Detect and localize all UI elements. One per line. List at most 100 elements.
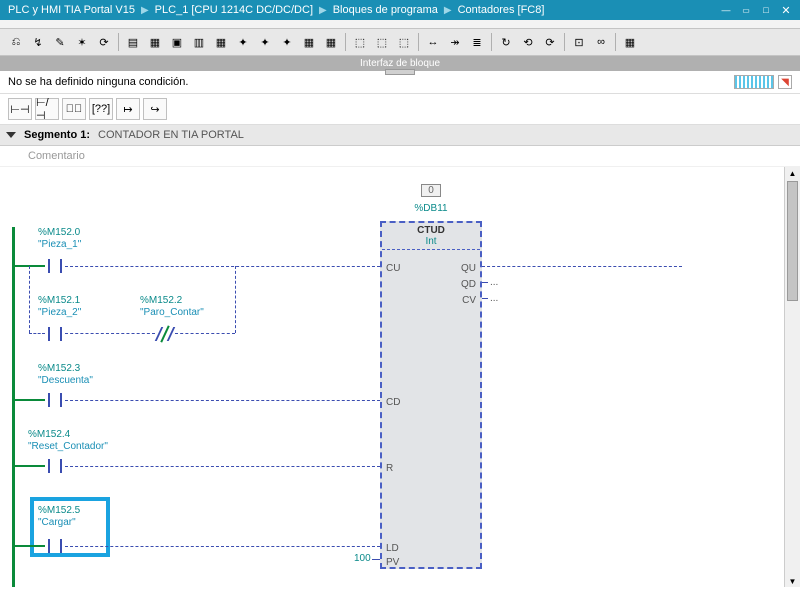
scroll-down-button[interactable]: ▼	[785, 575, 800, 587]
contact-cargar[interactable]	[45, 539, 65, 553]
tb-btn-15[interactable]: ▦	[321, 32, 341, 52]
tb-btn-11[interactable]: ✦	[233, 32, 253, 52]
tag-descuenta[interactable]: %M152.3 "Descuenta"	[38, 363, 93, 387]
tb-btn-19[interactable]: ↔	[423, 32, 443, 52]
restore-button[interactable]	[740, 4, 752, 16]
tb-btn-18[interactable]: ⬚	[394, 32, 414, 52]
ladder-editor[interactable]: 0 %DB11 "Contador_1" CTUD Int CU CD R LD…	[0, 167, 784, 587]
chevron-right-icon: ▶	[444, 5, 452, 16]
close-button[interactable]	[780, 4, 792, 16]
condition-message: No se ha definido ninguna condición.	[8, 76, 188, 88]
ladder-toolbar: ⊢⊣ ⊢/⊣ ⟶⃝ [??] ↦ ↪	[0, 94, 800, 125]
power-rail	[12, 227, 15, 587]
tag-pieza1[interactable]: %M152.0 "Pieza_1"	[38, 227, 81, 251]
branch-close-button[interactable]: ↪	[143, 98, 167, 120]
alert-icon[interactable]: ◥	[778, 75, 792, 89]
pin-cu: CU	[386, 263, 400, 274]
tb-btn-25[interactable]: ⊡	[569, 32, 589, 52]
tb-btn-21[interactable]: ≣	[467, 32, 487, 52]
scroll-up-button[interactable]: ▲	[785, 167, 800, 179]
wire	[65, 333, 155, 334]
qd-placeholder: ...	[490, 277, 498, 288]
window-controls	[720, 4, 792, 16]
pin-qd: QD	[461, 279, 476, 290]
minimize-button[interactable]	[720, 4, 732, 16]
splitter-handle[interactable]	[385, 69, 415, 75]
wire-v	[29, 266, 30, 333]
tag-cargar[interactable]: %M152.5 "Cargar"	[38, 505, 80, 529]
scroll-thumb[interactable]	[787, 181, 798, 301]
network-comment[interactable]: Comentario	[0, 146, 800, 167]
tb-btn-12[interactable]: ✦	[255, 32, 275, 52]
collapse-toggle[interactable]	[6, 132, 16, 138]
tb-btn-6[interactable]: ▤	[123, 32, 143, 52]
vertical-scrollbar[interactable]: ▲ ▼	[784, 167, 800, 587]
title-bar: PLC y HMI TIA Portal V15 ▶ PLC_1 [CPU 12…	[0, 0, 800, 20]
wire	[372, 559, 380, 560]
block-interface-label: Interfaz de bloque	[360, 58, 440, 69]
tag-pieza2[interactable]: %M152.1 "Pieza_2"	[38, 295, 81, 319]
block-interface-header[interactable]: Interfaz de bloque	[0, 56, 800, 71]
tb-btn-22[interactable]: ↻	[496, 32, 516, 52]
ctud-block[interactable]: CTUD Int CU CD R LD PV QU QD CV	[380, 221, 482, 569]
main-toolbar: ⎌ ↯ ✎ ✶ ⟳ ▤ ▦ ▣ ▥ ▦ ✦ ✦ ✦ ▦ ▦ ⬚ ⬚ ⬚ ↔ ↠ …	[0, 28, 800, 56]
network-header[interactable]: Segmento 1: CONTADOR EN TIA PORTAL	[0, 125, 800, 146]
editor-wrap: 0 %DB11 "Contador_1" CTUD Int CU CD R LD…	[0, 167, 800, 587]
contact-descuenta[interactable]	[45, 393, 65, 407]
tag-paro-contar[interactable]: %M152.2 "Paro_Contar"	[140, 295, 204, 319]
contact-pieza2[interactable]	[45, 327, 65, 341]
wire	[482, 282, 488, 283]
chevron-right-icon: ▶	[141, 5, 149, 16]
tb-btn-10[interactable]: ▦	[211, 32, 231, 52]
contact-no-button[interactable]: ⊢⊣	[8, 98, 32, 120]
tb-btn-3[interactable]: ✎	[50, 32, 70, 52]
tb-btn-16[interactable]: ⬚	[350, 32, 370, 52]
breadcrumb-item[interactable]: Contadores [FC8]	[458, 4, 545, 16]
tb-btn-4[interactable]: ✶	[72, 32, 92, 52]
wire	[15, 465, 45, 467]
pin-r: R	[386, 463, 393, 474]
chevron-right-icon: ▶	[319, 5, 327, 16]
cv-placeholder: ...	[490, 293, 498, 304]
tb-btn-7[interactable]: ▦	[145, 32, 165, 52]
breadcrumb-item[interactable]: PLC_1 [CPU 1214C DC/DC/DC]	[155, 4, 313, 16]
tb-btn-2[interactable]: ↯	[28, 32, 48, 52]
breadcrumb-item[interactable]: PLC y HMI TIA Portal V15	[8, 4, 135, 16]
contact-paro-contar[interactable]	[155, 327, 175, 341]
network-title: Segmento 1:	[24, 129, 90, 141]
pin-ld: LD	[386, 543, 399, 554]
tb-btn-14[interactable]: ▦	[299, 32, 319, 52]
tb-btn-5[interactable]: ⟳	[94, 32, 114, 52]
coil-button[interactable]: ⟶⃝	[62, 98, 86, 120]
branch-open-button[interactable]: ↦	[116, 98, 140, 120]
pin-pv: PV	[386, 557, 399, 568]
tb-btn-20[interactable]: ↠	[445, 32, 465, 52]
pin-cd: CD	[386, 397, 400, 408]
wire-v	[235, 266, 236, 333]
pin-qu: QU	[461, 263, 476, 274]
wire	[482, 298, 488, 299]
contact-pieza1[interactable]	[45, 259, 65, 273]
tb-btn-17[interactable]: ⬚	[372, 32, 392, 52]
block-header: CTUD Int	[382, 223, 480, 250]
barcode-icon[interactable]	[734, 75, 774, 89]
box-button[interactable]: [??]	[89, 98, 113, 120]
tb-btn-27[interactable]: ▦	[620, 32, 640, 52]
wire	[15, 265, 45, 267]
tb-btn-1[interactable]: ⎌	[6, 32, 26, 52]
contact-nc-button[interactable]: ⊢/⊣	[35, 98, 59, 120]
contact-reset[interactable]	[45, 459, 65, 473]
tb-btn-23[interactable]: ⟲	[518, 32, 538, 52]
pv-value: 100	[354, 553, 371, 564]
tb-btn-24[interactable]: ⟳	[540, 32, 560, 52]
tb-btn-13[interactable]: ✦	[277, 32, 297, 52]
maximize-button[interactable]	[760, 4, 772, 16]
tb-btn-8[interactable]: ▣	[167, 32, 187, 52]
wire	[15, 399, 45, 401]
block-type: Int	[425, 236, 436, 247]
breadcrumb-item[interactable]: Bloques de programa	[333, 4, 438, 16]
tag-reset[interactable]: %M152.4 "Reset_Contador"	[28, 429, 108, 453]
wire	[65, 466, 380, 467]
tb-btn-26[interactable]: ∞	[591, 32, 611, 52]
tb-btn-9[interactable]: ▥	[189, 32, 209, 52]
